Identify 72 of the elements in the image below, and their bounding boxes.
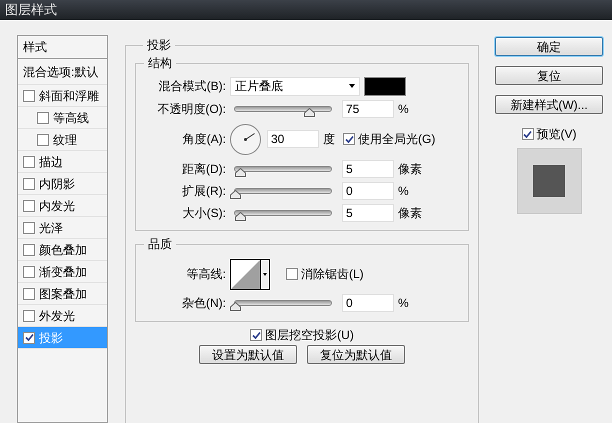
style-item[interactable]: 光泽 [18, 217, 107, 239]
checkbox[interactable] [37, 134, 49, 146]
checkbox[interactable] [23, 178, 35, 190]
checkbox[interactable] [23, 90, 35, 102]
checkbox-label: 预览(V) [536, 126, 576, 143]
style-item[interactable]: 纹理 [18, 129, 107, 151]
field-label: 等高线: [186, 266, 226, 283]
style-item[interactable]: 描边 [18, 151, 107, 173]
dialog-button[interactable]: 新建样式(W)... [495, 95, 603, 114]
checkbox[interactable] [23, 266, 35, 278]
style-item[interactable]: 混合选项:默认 [18, 59, 107, 85]
slider-thumb[interactable] [234, 212, 246, 221]
checkbox[interactable] [23, 222, 35, 234]
checkbox[interactable] [250, 329, 262, 341]
number-field[interactable]: 5 [342, 204, 394, 222]
field-label: 不透明度(O): [156, 101, 226, 118]
checkbox[interactable] [37, 112, 49, 124]
dialog-button[interactable]: 设置为默认值 [199, 345, 297, 364]
number-field[interactable]: 5 [342, 160, 394, 178]
checkbox[interactable] [23, 332, 35, 344]
checkbox[interactable] [23, 310, 35, 322]
unit-label: % [398, 101, 409, 118]
checkbox-label: 图层挖空投影(U) [265, 327, 354, 344]
slider-thumb[interactable] [230, 190, 241, 199]
unit-label: % [398, 295, 409, 312]
blend-mode-dropdown[interactable]: 正片叠底 [230, 76, 360, 96]
group-title: 品质 [147, 236, 173, 253]
checkbox-label: 使用全局光(G) [358, 131, 436, 148]
field-label: 混合模式(B): [158, 78, 226, 95]
window-title: 图层样式 [5, 1, 57, 20]
number-field[interactable]: 75 [342, 100, 394, 118]
color-swatch[interactable] [364, 76, 406, 96]
field-label: 距离(D): [181, 161, 226, 178]
field-label: 大小(S): [182, 205, 226, 222]
number-field[interactable]: 0 [342, 294, 394, 312]
checkbox[interactable] [23, 288, 35, 300]
angle-dial[interactable] [230, 124, 261, 154]
unit-label: 度 [323, 131, 335, 148]
checkbox[interactable] [23, 200, 35, 212]
style-item[interactable]: 内阴影 [18, 173, 107, 195]
preview-square [533, 165, 565, 197]
dialog-button[interactable]: 复位为默认值 [307, 345, 405, 364]
style-item[interactable]: 等高线 [18, 107, 107, 129]
checkbox[interactable] [23, 156, 35, 168]
style-item[interactable]: 颜色叠加 [18, 239, 107, 261]
style-item[interactable]: 内发光 [18, 195, 107, 217]
caret-icon [349, 84, 355, 88]
slider-thumb[interactable] [230, 302, 241, 311]
checkbox[interactable] [23, 244, 35, 256]
dialog-button[interactable]: 复位 [495, 66, 603, 85]
checkbox-label: 消除锯齿(L) [301, 266, 364, 283]
unit-label: 像素 [398, 161, 422, 178]
style-item[interactable]: 渐变叠加 [18, 261, 107, 283]
list-header: 样式 [23, 39, 47, 56]
field-label: 扩展(R): [181, 183, 226, 200]
unit-label: % [398, 183, 409, 200]
style-item[interactable]: 图案叠加 [18, 283, 107, 305]
number-field[interactable]: 30 [267, 130, 319, 148]
group-title: 结构 [147, 55, 173, 72]
checkbox[interactable] [522, 128, 534, 140]
unit-label: 像素 [398, 205, 422, 222]
slider-thumb[interactable] [304, 108, 314, 117]
group-title: 投影 [146, 37, 172, 54]
slider-thumb[interactable] [234, 168, 246, 177]
field-label: 杂色(N): [181, 295, 226, 312]
style-item[interactable]: 斜面和浮雕 [18, 85, 107, 107]
contour-picker[interactable] [230, 258, 270, 290]
dialog-button[interactable]: 确定 [495, 37, 603, 56]
number-field[interactable]: 0 [342, 182, 394, 200]
checkbox[interactable] [343, 133, 355, 145]
checkbox[interactable] [286, 268, 298, 280]
field-label: 角度(A): [182, 131, 226, 148]
